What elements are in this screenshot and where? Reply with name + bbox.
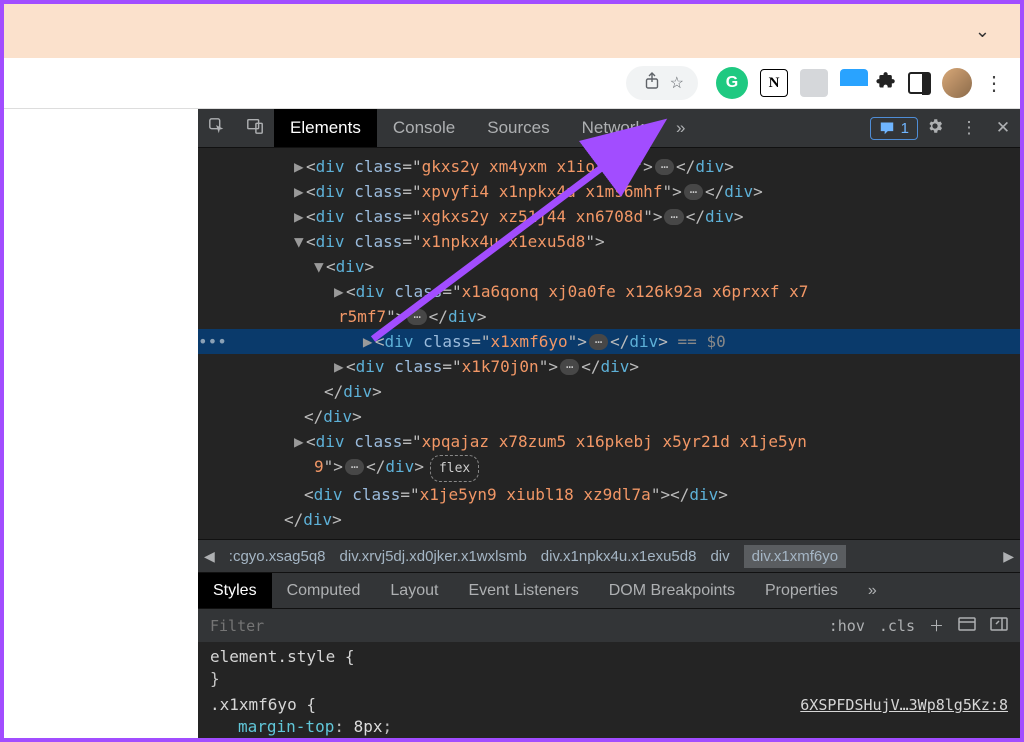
rule-close: } (210, 668, 1008, 690)
tab-dom-breakpoints[interactable]: DOM Breakpoints (594, 573, 750, 608)
css-property-name[interactable]: margin-top (238, 717, 334, 736)
tab-computed[interactable]: Computed (272, 573, 376, 608)
dom-breadcrumb[interactable]: ◀ :cgyo.xsag5q8 div.xrvj5dj.xd0jker.x1wx… (198, 539, 1020, 572)
breadcrumb-item[interactable]: div.xrvj5dj.xd0jker.x1wxlsmb (340, 548, 527, 565)
inspect-element-icon[interactable] (198, 117, 236, 140)
devtools-tab-bar: Elements Console Sources Network » 1 ⋮ ✕ (198, 109, 1020, 148)
dom-node[interactable]: ▶<div class="xpqajaz x78zum5 x16pkebj x5… (198, 429, 1020, 482)
devtools-menu-icon[interactable]: ⋮ (952, 118, 986, 138)
styles-filter-input[interactable] (210, 617, 815, 635)
extension-icon-blue[interactable] (840, 69, 868, 97)
new-style-rule-icon[interactable]: ＋ (929, 615, 944, 636)
tab-styles[interactable]: Styles (198, 573, 272, 608)
tab-console[interactable]: Console (377, 109, 471, 147)
bookmark-star-icon[interactable]: ☆ (670, 73, 684, 93)
dom-node[interactable]: </div> (198, 404, 1020, 429)
css-property-value[interactable]: 8px (354, 717, 383, 736)
styles-tab-bar: Styles Computed Layout Event Listeners D… (198, 572, 1020, 608)
rule-selector: .x1xmf6yo { (210, 695, 316, 714)
dom-node[interactable]: ▼<div> (198, 254, 1020, 279)
source-link[interactable]: 6XSPFDSHujV…3Wp8lg5Kz:8 (800, 694, 1008, 716)
hov-toggle[interactable]: :hov (829, 617, 865, 635)
dom-node[interactable]: </div> (198, 379, 1020, 404)
browser-toolbar: ☆ G N ⋮ (4, 58, 1020, 109)
browser-menu-icon[interactable]: ⋮ (976, 71, 1012, 96)
tab-layout[interactable]: Layout (375, 573, 453, 608)
tabs-overflow-icon[interactable]: » (660, 109, 701, 147)
dom-node[interactable]: ▶<div class="gkxs2y xm4yxm x1iorvi4">⋯</… (198, 154, 1020, 179)
element-style-selector: element.style { (210, 647, 355, 666)
page-content-area (4, 109, 198, 738)
chevron-down-icon[interactable]: ⌄ (975, 21, 990, 42)
share-icon[interactable] (644, 72, 660, 95)
styles-tabs-overflow-icon[interactable]: » (853, 573, 892, 608)
dom-node[interactable]: ▶<div class="x1a6qonq xj0a0fe x126k92a x… (198, 279, 1020, 329)
tab-event-listeners[interactable]: Event Listeners (453, 573, 593, 608)
notion-extension-icon[interactable]: N (760, 69, 788, 97)
breadcrumb-item[interactable]: div (710, 548, 729, 565)
styles-rules[interactable]: element.style { } 6XSPFDSHujV…3Wp8lg5Kz:… (198, 642, 1020, 738)
dom-node[interactable]: ▼<div class="x1npkx4u x1exu5d8"> (198, 229, 1020, 254)
side-panel-icon[interactable] (908, 72, 930, 94)
tab-network[interactable]: Network (566, 109, 660, 147)
tab-properties[interactable]: Properties (750, 573, 853, 608)
omnibox-actions: ☆ (626, 66, 698, 100)
extension-icon[interactable] (800, 69, 828, 97)
dom-node[interactable]: ▶<div class="xpvyfi4 x1npkx4u x1ms6mhf">… (198, 179, 1020, 204)
scroll-right-icon[interactable]: ▶ (1003, 548, 1014, 565)
rendering-icon[interactable] (990, 617, 1008, 635)
computed-styles-sidebar-icon[interactable] (958, 617, 976, 635)
dom-node[interactable]: •••▶<div class="x1xmf6yo">⋯</div> == $0 (198, 329, 1020, 354)
close-devtools-icon[interactable]: ✕ (986, 118, 1020, 138)
cls-toggle[interactable]: .cls (879, 617, 915, 635)
grammarly-extension-icon[interactable]: G (716, 67, 748, 99)
device-toolbar-icon[interactable] (236, 117, 274, 140)
scroll-left-icon[interactable]: ◀ (204, 548, 215, 565)
profile-avatar[interactable] (942, 68, 972, 98)
breadcrumb-item-selected[interactable]: div.x1xmf6yo (744, 545, 846, 568)
dom-node[interactable]: <div class="x1je5yn9 xiubl18 xz9dl7a"></… (198, 482, 1020, 507)
issues-count: 1 (901, 120, 909, 137)
issues-badge[interactable]: 1 (870, 117, 918, 140)
breadcrumb-item[interactable]: div.x1npkx4u.x1exu5d8 (541, 548, 697, 565)
issues-icon (879, 121, 895, 135)
dom-node[interactable]: </div> (198, 507, 1020, 532)
devtools-panel: Elements Console Sources Network » 1 ⋮ ✕… (198, 109, 1020, 738)
dom-node[interactable]: ▶<div class="x1k70j0n">⋯</div> (198, 354, 1020, 379)
styles-filter-row: :hov .cls ＋ (198, 608, 1020, 642)
dom-tree[interactable]: ▶<div class="gkxs2y xm4yxm x1iorvi4">⋯</… (198, 148, 1020, 539)
dom-node[interactable]: ▶<div class="xgkxs2y xz51j44 xn6708d">⋯<… (198, 204, 1020, 229)
notification-bar: ⌄ (4, 4, 1020, 58)
breadcrumb-item[interactable]: :cgyo.xsag5q8 (229, 548, 326, 565)
extensions-puzzle-icon[interactable] (876, 70, 896, 96)
tab-sources[interactable]: Sources (471, 109, 565, 147)
tab-elements[interactable]: Elements (274, 109, 377, 147)
settings-gear-icon[interactable] (918, 117, 952, 140)
